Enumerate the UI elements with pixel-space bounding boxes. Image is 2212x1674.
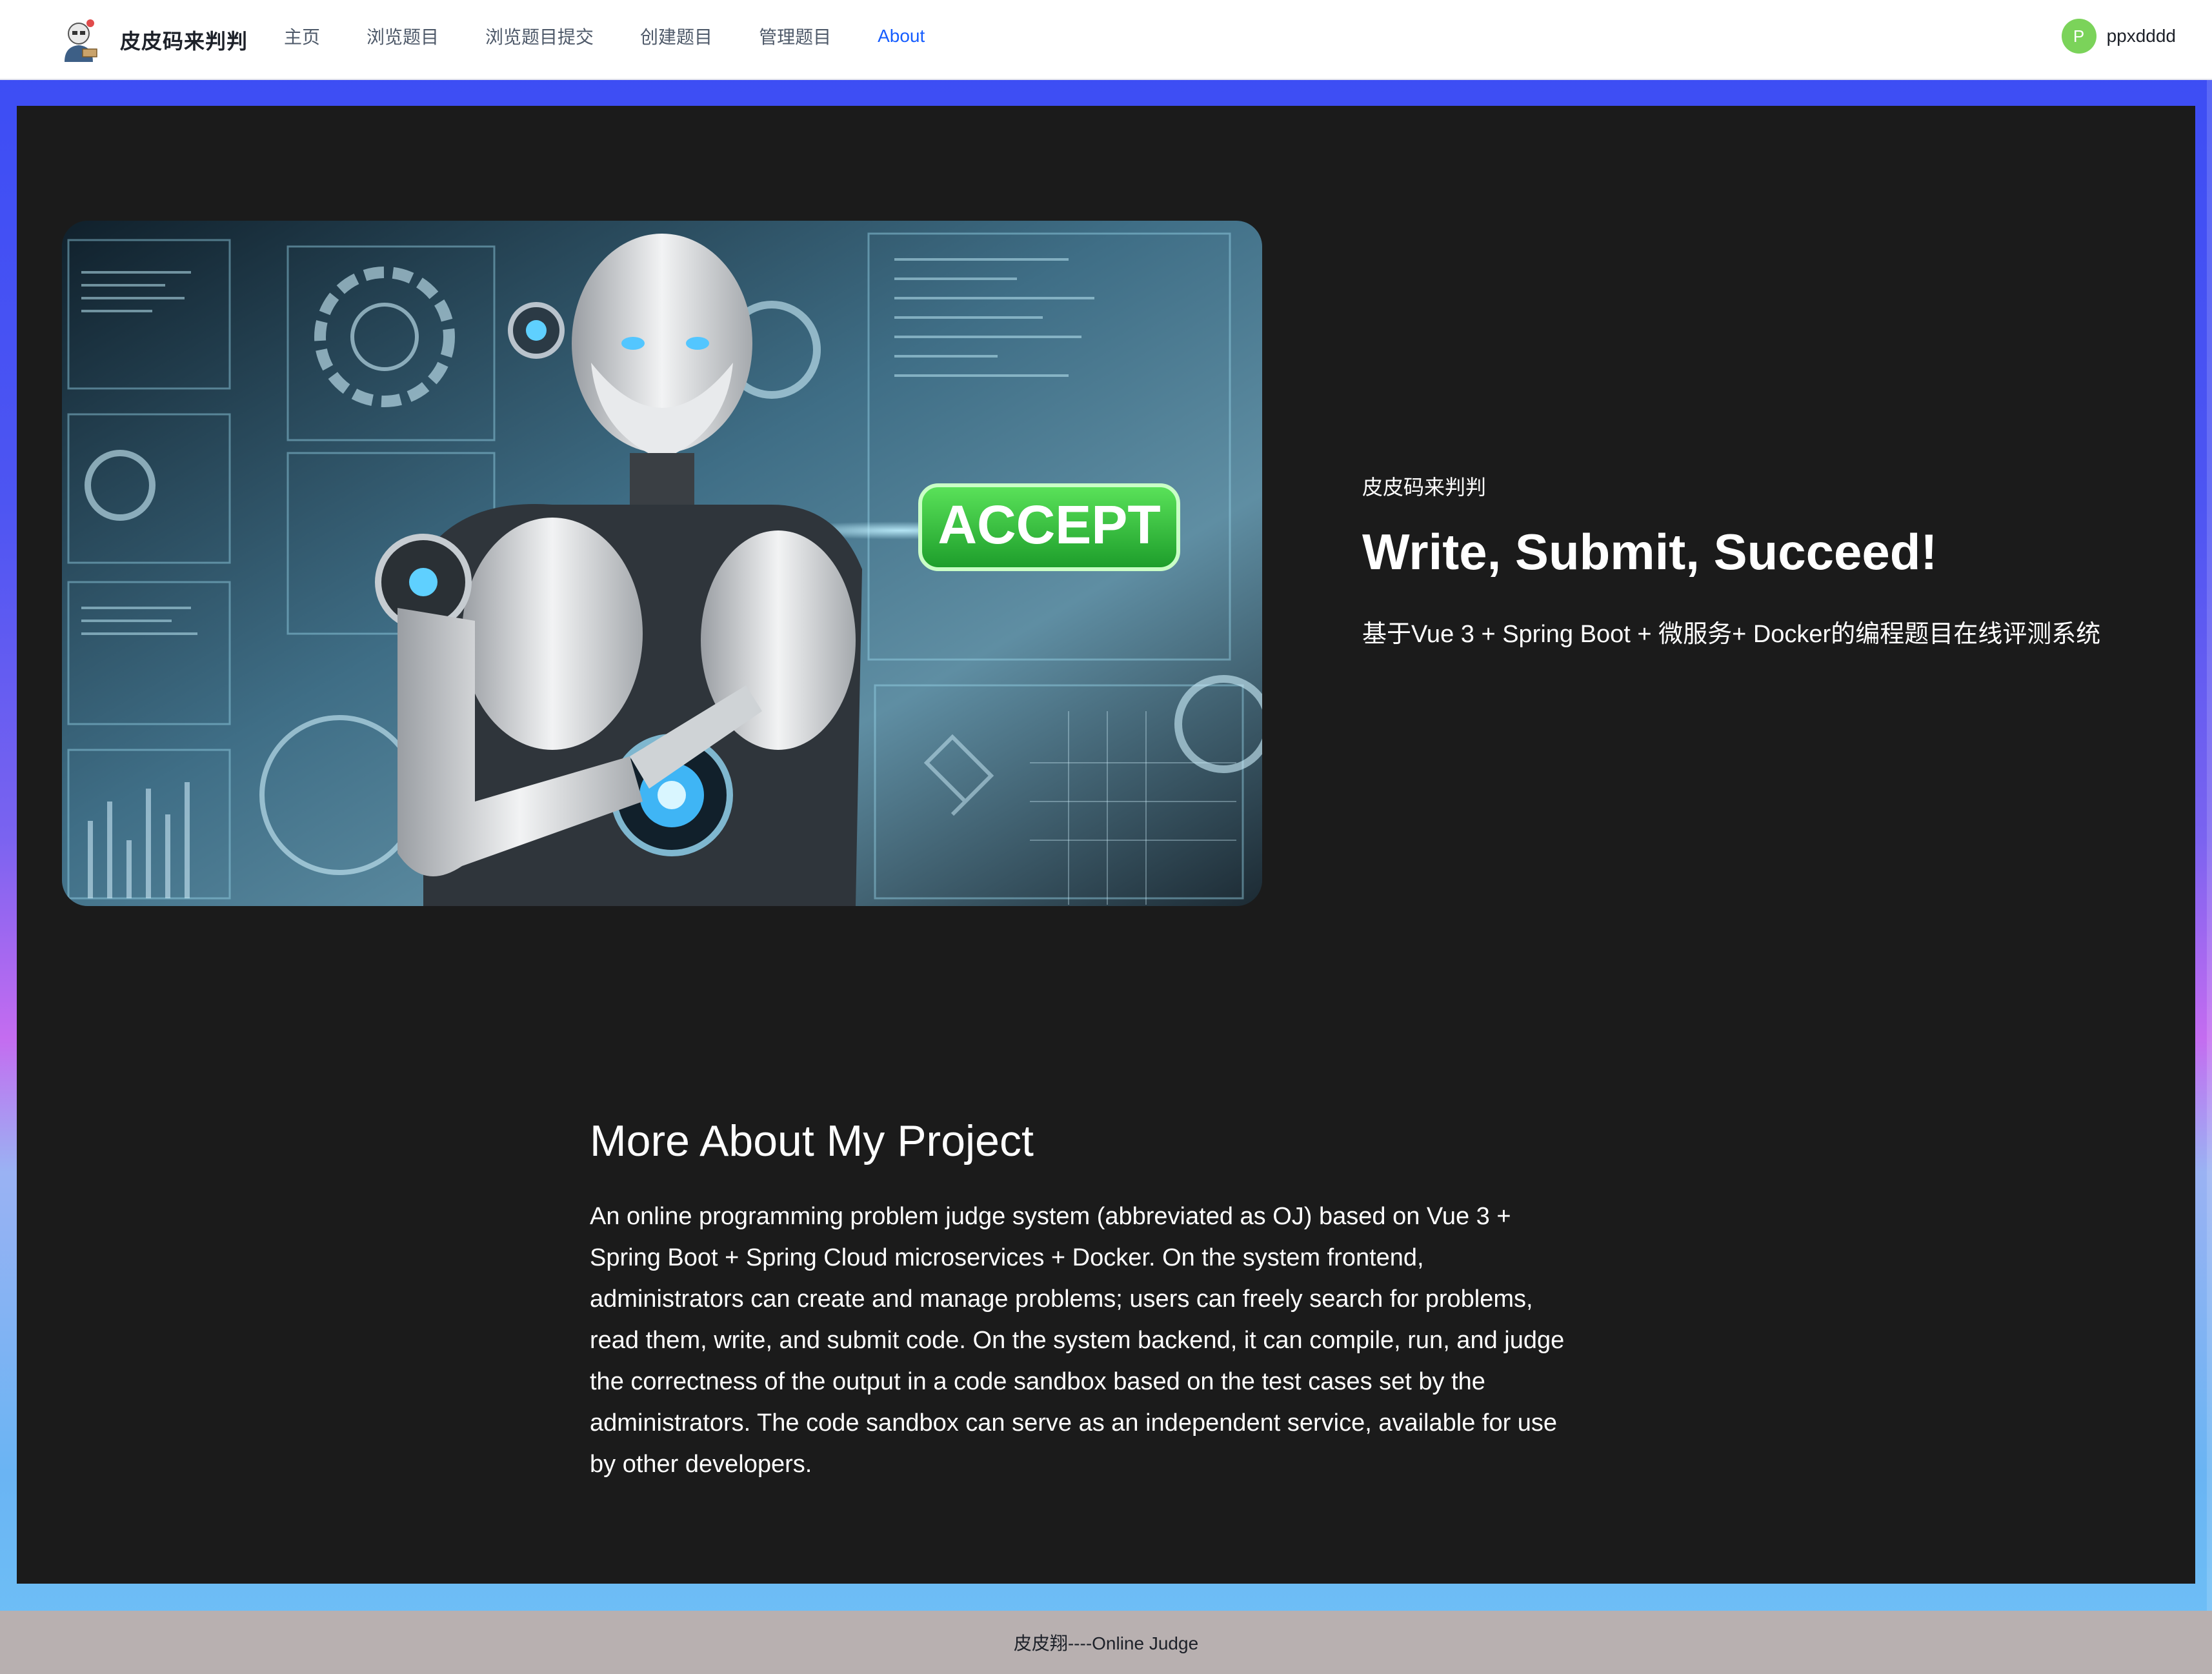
about-panel: ACCEPT 皮皮码来判判 Write, Submit, Succeed! 基于… bbox=[17, 106, 2195, 1584]
hero-kicker: 皮皮码来判判 bbox=[1362, 476, 1487, 499]
menu-item-home[interactable]: 主页 bbox=[284, 23, 320, 49]
menu-item-browse-submissions[interactable]: 浏览题目提交 bbox=[485, 23, 594, 49]
about-line: by other developers. bbox=[590, 1451, 812, 1478]
about-line: An online programming problem judge syst… bbox=[590, 1203, 1511, 1230]
hero-title: Write, Submit, Succeed! bbox=[1362, 523, 1938, 580]
menu-item-about[interactable]: About bbox=[878, 26, 925, 46]
top-navbar: 皮皮码来判判 主页 浏览题目 浏览题目提交 创建题目 管理题目 About P … bbox=[0, 0, 2212, 80]
menu-item-create-problem[interactable]: 创建题目 bbox=[640, 23, 712, 49]
menu-item-browse-problems[interactable]: 浏览题目 bbox=[367, 23, 439, 49]
username[interactable]: ppxdddd bbox=[2107, 26, 2176, 46]
about-line: Spring Boot + Spring Cloud microservices… bbox=[590, 1244, 1424, 1271]
menu-item-manage-problems[interactable]: 管理题目 bbox=[759, 23, 831, 49]
hero-robot-image: ACCEPT bbox=[62, 221, 1262, 906]
about-line: the correctness of the output in a code … bbox=[590, 1368, 1485, 1395]
about-line: administrators. The code sandbox can ser… bbox=[590, 1409, 1558, 1437]
about-section: More About My Project An online programm… bbox=[590, 1116, 1635, 1485]
about-body: An online programming problem judge syst… bbox=[590, 1196, 1635, 1485]
user-menu[interactable]: P ppxdddd bbox=[2061, 18, 2176, 54]
about-line: administrators can create and manage pro… bbox=[590, 1286, 1533, 1313]
avatar[interactable]: P bbox=[2061, 19, 2096, 54]
about-title: More About My Project bbox=[590, 1116, 1034, 1165]
footer-text: 皮皮翔----Online Judge bbox=[1013, 1633, 1199, 1653]
page: 皮皮码来判判 主页 浏览题目 浏览题目提交 创建题目 管理题目 About P … bbox=[0, 0, 2212, 1674]
brand-title: 皮皮码来判判 bbox=[120, 30, 248, 53]
brand[interactable]: 皮皮码来判判 bbox=[55, 13, 248, 67]
footer: 皮皮翔----Online Judge bbox=[0, 1611, 2212, 1674]
hero-subtitle: 基于Vue 3 + Spring Boot + 微服务+ Docker的编程题目… bbox=[1362, 621, 2101, 648]
logo-icon bbox=[65, 19, 97, 62]
page-scrollbar[interactable] bbox=[2207, 80, 2212, 1611]
main-menu: 主页 浏览题目 浏览题目提交 创建题目 管理题目 About bbox=[284, 0, 971, 72]
hero-text: 皮皮码来判判 Write, Submit, Succeed! 基于Vue 3 +… bbox=[1362, 471, 2175, 649]
accept-label: ACCEPT bbox=[938, 494, 1160, 555]
about-line: read them, write, and submit code. On th… bbox=[590, 1327, 1565, 1354]
